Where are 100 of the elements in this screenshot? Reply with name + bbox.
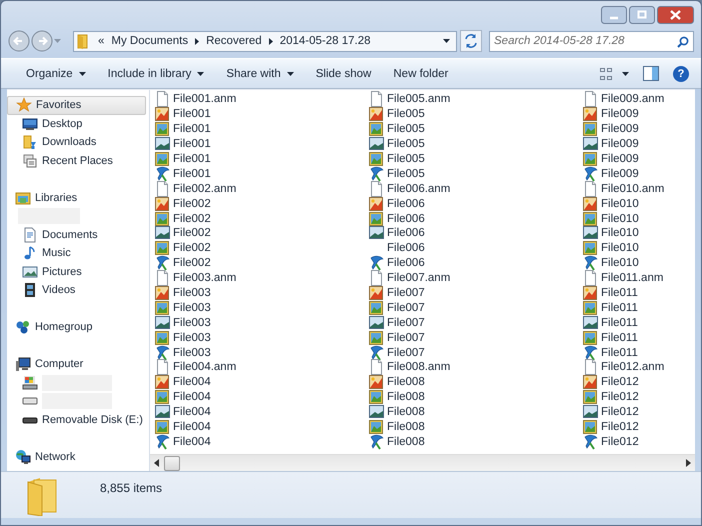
caret-icon[interactable]	[286, 72, 294, 76]
close-button[interactable]	[657, 6, 694, 24]
search-field[interactable]: Search 2014-05-28 17.28	[489, 30, 694, 52]
file-item[interactable]: File001	[155, 122, 369, 137]
file-item[interactable]: File003.anm	[155, 270, 369, 286]
navigation-item[interactable]: Recent Places	[7, 152, 146, 170]
navigation-item[interactable]: Computer	[7, 355, 146, 374]
file-item[interactable]: File012	[583, 404, 695, 420]
file-item[interactable]: File005	[369, 136, 583, 152]
file-item[interactable]: File008	[369, 390, 583, 405]
navigation-item[interactable]: Libraries	[7, 188, 146, 207]
file-item[interactable]: File012	[583, 420, 695, 434]
file-item[interactable]: File005	[369, 106, 583, 122]
navigation-item[interactable]: Homegroup	[7, 318, 146, 336]
file-item[interactable]: File003	[155, 345, 369, 360]
file-item[interactable]: File009	[583, 136, 695, 152]
file-item[interactable]: File002	[155, 211, 369, 226]
file-item[interactable]: File007	[369, 345, 583, 360]
file-item[interactable]: File007	[369, 330, 583, 346]
back-button[interactable]	[8, 30, 30, 52]
caret-icon[interactable]	[622, 72, 629, 76]
maximize-button[interactable]	[629, 6, 655, 24]
file-item[interactable]: File002	[155, 240, 369, 256]
file-item[interactable]: File001	[155, 106, 369, 122]
toolbar-button[interactable]: Slide show	[304, 64, 382, 82]
toolbar-button[interactable]: New folder	[382, 64, 460, 82]
file-item[interactable]: File004	[155, 404, 369, 420]
file-item[interactable]: File007.anm	[369, 270, 583, 286]
forward-button[interactable]	[31, 30, 53, 52]
file-item[interactable]: File008	[369, 420, 583, 434]
file-item[interactable]: File009	[583, 152, 695, 166]
navigation-item[interactable]: Favorites	[7, 96, 146, 114]
file-item[interactable]: File010.anm	[583, 181, 695, 196]
file-item[interactable]: File005.anm	[369, 92, 583, 107]
file-item[interactable]: File001	[155, 166, 369, 182]
help-button[interactable]: ?	[673, 66, 689, 82]
breadcrumb[interactable]: My Documents	[111, 35, 188, 47]
chevron-icon[interactable]	[195, 38, 200, 44]
file-item[interactable]: File007	[369, 300, 583, 316]
navigation-item[interactable]: Music	[7, 244, 146, 262]
file-item[interactable]: File003	[155, 330, 369, 346]
file-item[interactable]: File004	[155, 420, 369, 434]
file-item[interactable]: File003	[155, 300, 369, 316]
file-item[interactable]: File010	[583, 226, 695, 241]
file-item[interactable]: File002	[155, 226, 369, 241]
file-item[interactable]: File006.anm	[369, 181, 583, 196]
navigation-item[interactable]: Downloads	[7, 133, 146, 152]
file-item[interactable]: File009	[583, 106, 695, 122]
overflow-chevron[interactable]: «	[98, 35, 104, 47]
file-item[interactable]: File012	[583, 390, 695, 405]
file-item[interactable]: File001.anm	[155, 92, 369, 107]
toolbar-button[interactable]: Share with	[215, 64, 305, 82]
chevron-icon[interactable]	[268, 38, 273, 44]
file-item[interactable]: File012	[583, 434, 695, 450]
file-item[interactable]: File010	[583, 256, 695, 271]
scroll-thumb[interactable]	[164, 456, 180, 470]
file-item[interactable]: File007	[369, 286, 583, 300]
file-item[interactable]: File006	[369, 196, 583, 212]
file-item[interactable]: File011.anm	[583, 270, 695, 286]
file-item[interactable]: File012	[583, 374, 695, 390]
preview-pane-button[interactable]	[643, 66, 659, 81]
change-view-button[interactable]	[600, 68, 629, 80]
file-item[interactable]: File011	[583, 330, 695, 346]
file-item[interactable]: File010	[583, 211, 695, 226]
file-item[interactable]: File011	[583, 345, 695, 360]
file-item[interactable]: File004	[155, 390, 369, 405]
refresh-button[interactable]	[460, 30, 482, 52]
file-item[interactable]: File003	[155, 286, 369, 300]
file-item[interactable]: File001	[155, 152, 369, 166]
address-bar[interactable]: « My Documents Recovered 2014-05-28 17.28	[73, 30, 457, 52]
file-item[interactable]: File005	[369, 122, 583, 137]
navigation-item[interactable]: Pictures	[7, 262, 146, 281]
file-item[interactable]: File009.anm	[583, 92, 695, 107]
file-item[interactable]: File005	[369, 152, 583, 166]
minimize-button[interactable]	[601, 6, 627, 24]
file-item[interactable]: File008	[369, 404, 583, 420]
file-item[interactable]: File011	[583, 300, 695, 316]
navigation-item[interactable]: Desktop	[7, 114, 146, 133]
navigation-item[interactable]: Documents	[7, 226, 146, 244]
file-item[interactable]: File002	[155, 256, 369, 271]
file-item[interactable]: File011	[583, 315, 695, 330]
navigation-item[interactable]: Removable Disk (E:)	[7, 410, 146, 429]
file-item[interactable]: File007	[369, 315, 583, 330]
file-item[interactable]: File003	[155, 315, 369, 330]
file-item[interactable]: File006	[369, 240, 583, 256]
file-item[interactable]: File009	[583, 122, 695, 137]
file-item[interactable]: File012.anm	[583, 360, 695, 375]
file-item[interactable]: File006	[369, 256, 583, 271]
toolbar-button[interactable]: Include in library	[96, 64, 216, 82]
scroll-right-arrow-icon[interactable]	[685, 459, 691, 467]
breadcrumb[interactable]: Recovered	[206, 35, 262, 47]
caret-icon[interactable]	[197, 72, 204, 76]
file-item[interactable]: File004.anm	[155, 360, 369, 375]
scroll-left-arrow-icon[interactable]	[154, 459, 160, 467]
file-item[interactable]: File004	[155, 434, 369, 450]
file-item[interactable]: File002	[155, 196, 369, 212]
file-item[interactable]: File005	[369, 166, 583, 182]
toolbar-button[interactable]: Organize	[15, 64, 97, 82]
file-item[interactable]: File008.anm	[369, 360, 583, 375]
file-item[interactable]: File004	[155, 374, 369, 390]
